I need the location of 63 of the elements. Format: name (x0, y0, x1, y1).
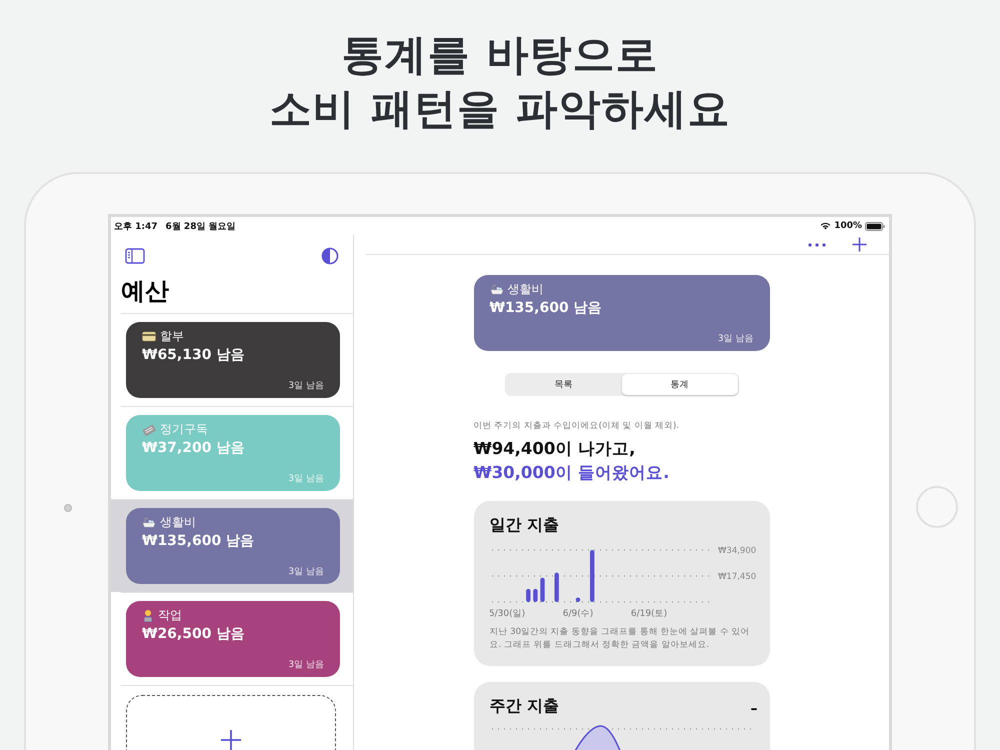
headline: 통계를 바탕으로 (342, 29, 658, 81)
status-date: 6월 28일 월요일 (166, 220, 236, 232)
bathtub-icon (490, 284, 504, 296)
budget-card[interactable]: 작업 ₩26,500 남음 3일 남음 (126, 601, 340, 677)
bar (540, 578, 544, 602)
more-icon (808, 242, 826, 246)
budget-name: 작업 (158, 607, 182, 624)
person-laptop-icon (142, 609, 154, 622)
budget-card[interactable]: 생활비 ₩135,600 남음 3일 남음 (474, 275, 770, 351)
bar (532, 588, 538, 602)
x-axis-label: 6/9(수) (562, 609, 593, 619)
budget-card[interactable]: 할부 ₩65,130 남음 3일 남음 (126, 322, 340, 398)
budget-amount: ₩135,600 남음 (490, 299, 603, 317)
budget-amount: ₩26,500 남음 (142, 625, 246, 643)
bar (575, 598, 580, 602)
budget-amount: ₩65,130 남음 (142, 346, 246, 364)
wifi-icon (820, 222, 832, 230)
budget-card[interactable]: 생활비 ₩135,600 남음 3일 남음 (126, 508, 340, 584)
battery-percent: 100% (834, 221, 862, 231)
days-left: 3일 남음 (288, 659, 324, 671)
y-axis-label: ₩17,450 (718, 572, 756, 582)
add-button[interactable] (850, 235, 869, 254)
plus-icon (852, 237, 867, 252)
battery-icon (865, 222, 885, 230)
credit-card-icon (142, 331, 156, 342)
card-title: 주간 지출 (490, 696, 560, 717)
plus-icon (220, 729, 242, 750)
sidebar-title: 예산 (120, 276, 170, 307)
days-left: 3일 남음 (288, 380, 324, 392)
y-axis-label: ₩34,900 (718, 546, 756, 556)
bathtub-icon (142, 516, 156, 528)
budget-amount: ₩135,600 남음 (142, 532, 256, 550)
segment-tab[interactable]: 통계 (622, 374, 738, 395)
headline: 소비 패턴을 파악하세요 (269, 83, 731, 135)
segment-tab[interactable]: 목록 (506, 374, 622, 395)
newspaper-icon (142, 424, 156, 436)
half-circle-icon (321, 247, 339, 265)
budget-name: 생활비 (160, 514, 196, 531)
bar (590, 550, 594, 602)
period-caption: 이번 주기의 지출과 수입이에요(이체 및 이월 제외). (474, 420, 680, 432)
theme-button[interactable] (319, 245, 341, 267)
x-axis-label: 5/30(일) (490, 609, 525, 619)
sidebar-icon (125, 248, 145, 264)
budget-name: 생활비 (508, 281, 544, 298)
card-title: 일간 지출 (490, 515, 560, 536)
daily-bar-chart[interactable]: ₩17,450 ₩34,900 5/30(일) 6/9(수) 6/19(토) (490, 544, 758, 622)
spent-summary: ₩94,400이 나가고, (474, 438, 636, 460)
status-time: 오후 1:47 (114, 220, 158, 232)
bar (554, 572, 558, 602)
x-axis-label: 6/19(토) (630, 609, 667, 619)
chart-description: 지난 30일간의 지출 동향을 그래프를 통해 한눈에 살펴볼 수 있어요. 그래프 위를 드래그해서 정확한 금액을 알아보세요. (490, 626, 751, 652)
more-button[interactable] (806, 240, 828, 248)
days-left: 3일 남음 (288, 566, 324, 578)
budget-name: 정기구독 (160, 421, 208, 438)
budget-amount: ₩37,200 남음 (142, 439, 246, 457)
days-left: 3일 남음 (718, 333, 754, 345)
budget-name: 할부 (160, 328, 184, 345)
days-left: 3일 남음 (288, 473, 324, 485)
axis-tick-label: – (750, 701, 758, 717)
income-summary: ₩30,000이 들어왔어요. (474, 462, 670, 484)
bar (526, 588, 530, 602)
camera-dot (64, 504, 72, 512)
sidebar-toggle-button[interactable] (123, 246, 147, 266)
